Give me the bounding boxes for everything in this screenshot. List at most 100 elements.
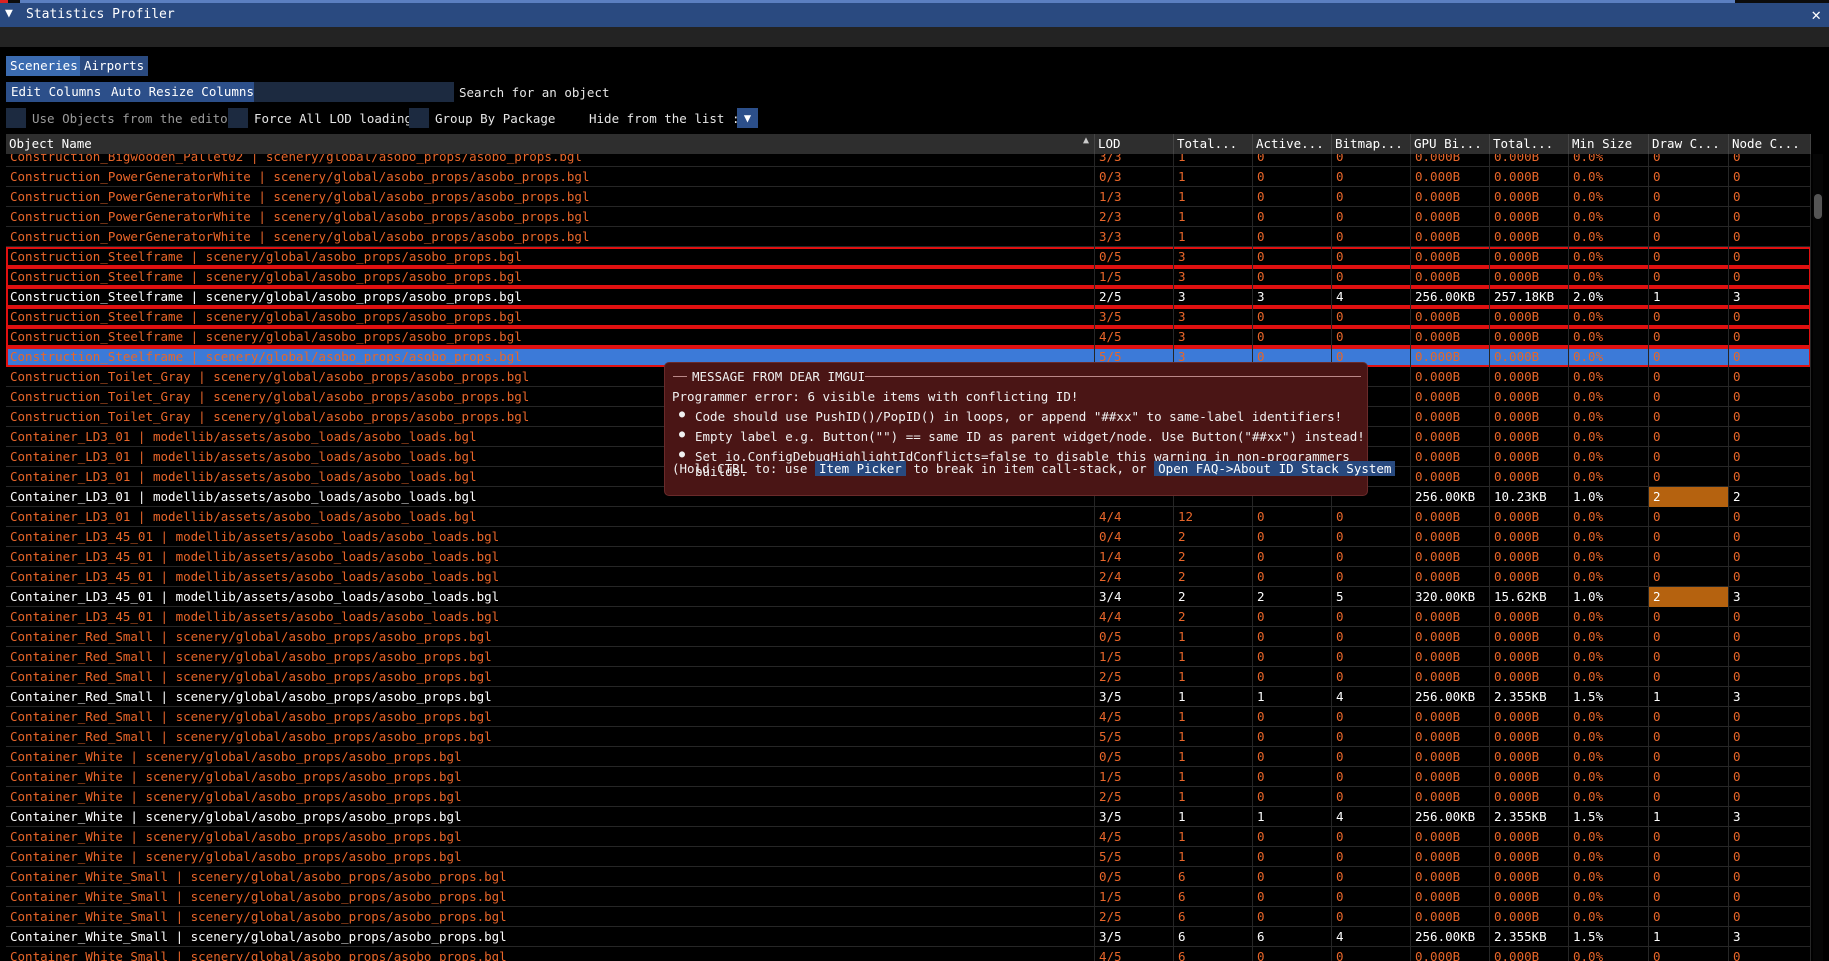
table-row[interactable]: Construction_PowerGeneratorWhite | scene… (6, 227, 1811, 247)
hide-from-list-dropdown[interactable]: ▼ (737, 108, 758, 128)
table-row[interactable]: Container_LD3_45_01 | modellib/assets/as… (6, 587, 1811, 607)
cell-node-count: 0 (1729, 727, 1811, 747)
cell-bitmap: 0 (1332, 627, 1411, 647)
tab-sceneries[interactable]: Sceneries (6, 56, 82, 76)
table-row[interactable]: Container_Red_Small | scenery/global/aso… (6, 707, 1811, 727)
col-lod[interactable]: LOD (1095, 134, 1174, 154)
table-row[interactable]: Construction_Steelframe | scenery/global… (6, 307, 1811, 327)
table-row[interactable]: Container_Red_Small | scenery/global/aso… (6, 667, 1811, 687)
popup-title: MESSAGE FROM DEAR IMGUI (692, 369, 866, 384)
cell-object-name: Container_White_Small | scenery/global/a… (6, 887, 1095, 907)
window-titlebar[interactable]: ▼ Statistics Profiler ✕ (0, 3, 1829, 27)
col-total[interactable]: Total... (1174, 134, 1253, 154)
table-row[interactable]: Construction_Steelframe | scenery/global… (6, 327, 1811, 347)
table-row[interactable]: Container_White | scenery/global/asobo_p… (6, 787, 1811, 807)
cell-active: 0 (1253, 767, 1332, 787)
cell-min-size: 1.0% (1569, 587, 1649, 607)
cell-active: 0 (1253, 607, 1332, 627)
col-object-name[interactable]: Object Name (6, 134, 1095, 154)
table-row[interactable]: Container_White | scenery/global/asobo_p… (6, 827, 1811, 847)
cell-node-count: 0 (1729, 467, 1811, 487)
table-row[interactable]: Construction_Steelframe | scenery/global… (6, 267, 1811, 287)
table-row[interactable]: Container_White_Small | scenery/global/a… (6, 947, 1811, 961)
cell-draw-calls: 0 (1649, 707, 1729, 727)
cell-node-count: 3 (1729, 687, 1811, 707)
col-node-count[interactable]: Node C... (1729, 134, 1811, 154)
table-row[interactable]: Container_LD3_45_01 | modellib/assets/as… (6, 547, 1811, 567)
cell-total-size: 2.355KB (1490, 687, 1569, 707)
table-row[interactable]: Container_White_Small | scenery/global/a… (6, 887, 1811, 907)
table-row[interactable]: Container_White_Small | scenery/global/a… (6, 927, 1811, 947)
table-row[interactable]: Container_LD3_45_01 | modellib/assets/as… (6, 567, 1811, 587)
search-input[interactable] (254, 82, 454, 102)
cell-total: 12 (1174, 507, 1253, 527)
cell-total-size: 0.000B (1490, 827, 1569, 847)
table-row[interactable]: Container_White | scenery/global/asobo_p… (6, 807, 1811, 827)
col-total-size[interactable]: Total... (1490, 134, 1569, 154)
close-icon[interactable]: ✕ (1811, 5, 1821, 24)
scrollbar-thumb[interactable] (1814, 194, 1822, 219)
cell-node-count: 0 (1729, 547, 1811, 567)
col-bitmap[interactable]: Bitmap... (1332, 134, 1411, 154)
table-row[interactable]: Construction_Bigwooden_Pallet02 | scener… (6, 154, 1811, 167)
cell-min-size: 0.0% (1569, 747, 1649, 767)
table-row[interactable]: Container_LD3_45_01 | modellib/assets/as… (6, 527, 1811, 547)
col-draw-calls[interactable]: Draw C... (1649, 134, 1729, 154)
force-lod-checkbox[interactable] (228, 108, 248, 128)
cell-node-count: 0 (1729, 427, 1811, 447)
table-row[interactable]: Container_White | scenery/global/asobo_p… (6, 847, 1811, 867)
table-row[interactable]: Container_White_Small | scenery/global/a… (6, 907, 1811, 927)
table-row[interactable]: Container_Red_Small | scenery/global/aso… (6, 727, 1811, 747)
cell-gpu-bitmap: 0.000B (1411, 247, 1490, 267)
use-objects-checkbox[interactable] (6, 108, 26, 128)
open-faq-button[interactable]: Open FAQ->About ID Stack System (1154, 461, 1396, 476)
col-min-size[interactable]: Min Size (1569, 134, 1649, 154)
cell-total-size: 0.000B (1490, 507, 1569, 527)
table-scrollbar[interactable] (1813, 154, 1823, 961)
cell-total: 2 (1174, 547, 1253, 567)
cell-min-size: 0.0% (1569, 647, 1649, 667)
cell-node-count: 0 (1729, 267, 1811, 287)
col-active[interactable]: Active... (1253, 134, 1332, 154)
table-row[interactable]: Container_White | scenery/global/asobo_p… (6, 767, 1811, 787)
popup-hint-middle: to break in item call-stack, or (905, 461, 1155, 476)
cell-bitmap: 0 (1332, 154, 1411, 167)
cell-gpu-bitmap: 0.000B (1411, 727, 1490, 747)
table-row[interactable]: Container_LD3_45_01 | modellib/assets/as… (6, 607, 1811, 627)
tab-airports[interactable]: Airports (80, 56, 149, 76)
item-picker-button[interactable]: Item Picker (815, 461, 906, 476)
cell-total: 1 (1174, 747, 1253, 767)
cell-node-count: 0 (1729, 154, 1811, 167)
cell-active: 2 (1253, 587, 1332, 607)
cell-total-size: 10.23KB (1490, 487, 1569, 507)
auto-resize-columns-button[interactable]: Auto Resize Columns (106, 82, 259, 102)
cell-node-count: 0 (1729, 407, 1811, 427)
table-row[interactable]: Construction_Steelframe | scenery/global… (6, 247, 1811, 267)
table-row[interactable]: Construction_PowerGeneratorWhite | scene… (6, 187, 1811, 207)
table-row[interactable]: Construction_Steelframe | scenery/global… (6, 287, 1811, 307)
cell-total: 6 (1174, 867, 1253, 887)
group-by-package-checkbox[interactable] (409, 108, 429, 128)
table-row[interactable]: Container_Red_Small | scenery/global/aso… (6, 647, 1811, 667)
cell-total-size: 0.000B (1490, 907, 1569, 927)
table-row[interactable]: Container_LD3_01 | modellib/assets/asobo… (6, 507, 1811, 527)
cell-draw-calls: 0 (1649, 767, 1729, 787)
cell-bitmap: 0 (1332, 327, 1411, 347)
col-gpu-bitmap[interactable]: GPU Bi... (1411, 134, 1490, 154)
table-row[interactable]: Construction_PowerGeneratorWhite | scene… (6, 207, 1811, 227)
popup-message: Programmer error: 6 visible items with c… (672, 389, 1079, 404)
edit-columns-button[interactable]: Edit Columns (6, 82, 107, 102)
cell-node-count: 3 (1729, 287, 1811, 307)
cell-node-count: 0 (1729, 887, 1811, 907)
cell-min-size: 0.0% (1569, 347, 1649, 367)
cell-node-count: 0 (1729, 827, 1811, 847)
cell-bitmap: 0 (1332, 787, 1411, 807)
table-row[interactable]: Container_Red_Small | scenery/global/aso… (6, 687, 1811, 707)
collapse-icon[interactable]: ▼ (5, 6, 13, 21)
table-row[interactable]: Construction_PowerGeneratorWhite | scene… (6, 167, 1811, 187)
table-row[interactable]: Container_White_Small | scenery/global/a… (6, 867, 1811, 887)
cell-node-count: 3 (1729, 807, 1811, 827)
table-row[interactable]: Container_White | scenery/global/asobo_p… (6, 747, 1811, 767)
cell-object-name: Container_Red_Small | scenery/global/aso… (6, 647, 1095, 667)
table-row[interactable]: Container_Red_Small | scenery/global/aso… (6, 627, 1811, 647)
